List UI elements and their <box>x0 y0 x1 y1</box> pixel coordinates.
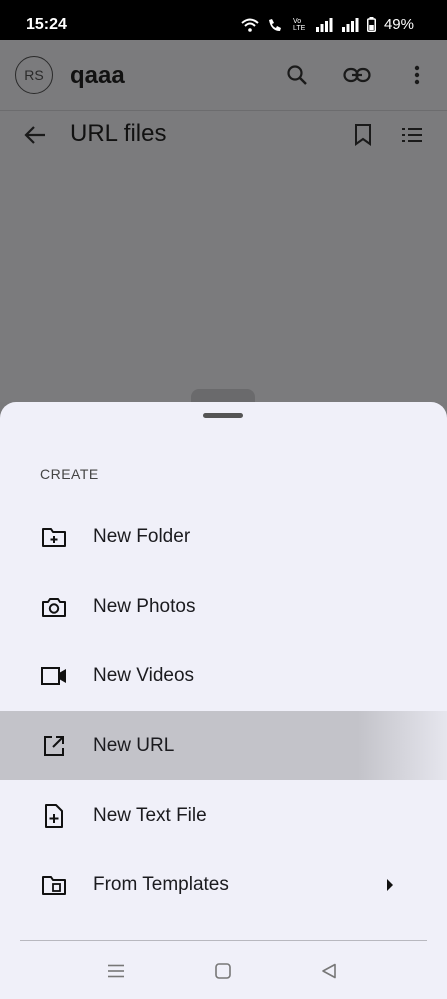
link-icon[interactable] <box>343 61 371 89</box>
avatar[interactable]: RS <box>15 56 53 94</box>
status-bar: 15:24 Vo LTE 49% <box>0 0 447 40</box>
signal-icon-2 <box>341 17 359 32</box>
signal-icon <box>315 17 333 32</box>
system-nav-bar <box>0 942 447 999</box>
menu-item-label: New Folder <box>93 525 191 547</box>
menu-item-new-photos[interactable]: New Photos <box>0 572 447 641</box>
sort-icon[interactable] <box>398 121 426 149</box>
menu-item-label: New Videos <box>93 664 195 686</box>
menu-item-new-folder[interactable]: New Folder <box>0 502 447 571</box>
battery-percentage: 49% <box>383 16 414 33</box>
open-in-new-icon <box>40 732 68 760</box>
back-arrow-icon[interactable] <box>21 121 49 149</box>
page-title: URL files <box>70 120 167 147</box>
wifi-calling-icon <box>267 18 285 32</box>
workspace-title[interactable]: qaaa <box>70 62 125 90</box>
back-icon[interactable] <box>318 960 340 982</box>
app-header: RS qaaa <box>0 40 447 111</box>
menu-item-new-url[interactable]: New URL <box>0 711 447 780</box>
menu-item-new-text-file[interactable]: New Text File <box>0 781 447 850</box>
menu-item-from-templates[interactable]: From Templates <box>0 850 447 919</box>
submenu-arrow-icon <box>386 877 398 893</box>
bookmark-icon[interactable] <box>349 121 377 149</box>
menu-item-new-videos[interactable]: New Videos <box>0 641 447 710</box>
status-time: 15:24 <box>26 16 67 33</box>
search-icon[interactable] <box>283 61 311 89</box>
recents-icon[interactable] <box>105 960 127 982</box>
template-folder-icon <box>40 871 68 899</box>
menu-item-label: New Text File <box>93 804 207 826</box>
sub-header: URL files <box>0 110 447 160</box>
camera-icon <box>40 593 68 621</box>
wifi-icon <box>241 18 259 32</box>
home-icon[interactable] <box>212 960 234 982</box>
app-background: RS qaaa URL files <box>0 40 447 409</box>
menu-item-label: New URL <box>93 734 175 756</box>
drag-handle[interactable] <box>203 413 243 418</box>
status-icons: Vo LTE 49% <box>241 16 414 33</box>
video-camera-icon <box>40 662 68 690</box>
menu-item-label: From Templates <box>93 873 229 895</box>
create-bottom-sheet: CREATE New Folder New Photos New Videos … <box>0 402 447 999</box>
volte-icon: Vo LTE <box>292 17 306 32</box>
battery-icon <box>366 17 376 32</box>
section-title: CREATE <box>40 466 99 482</box>
divider <box>20 940 427 941</box>
create-folder-icon <box>40 523 68 551</box>
menu-item-label: New Photos <box>93 595 196 617</box>
note-add-icon <box>40 802 68 830</box>
more-vert-icon[interactable] <box>403 61 431 89</box>
